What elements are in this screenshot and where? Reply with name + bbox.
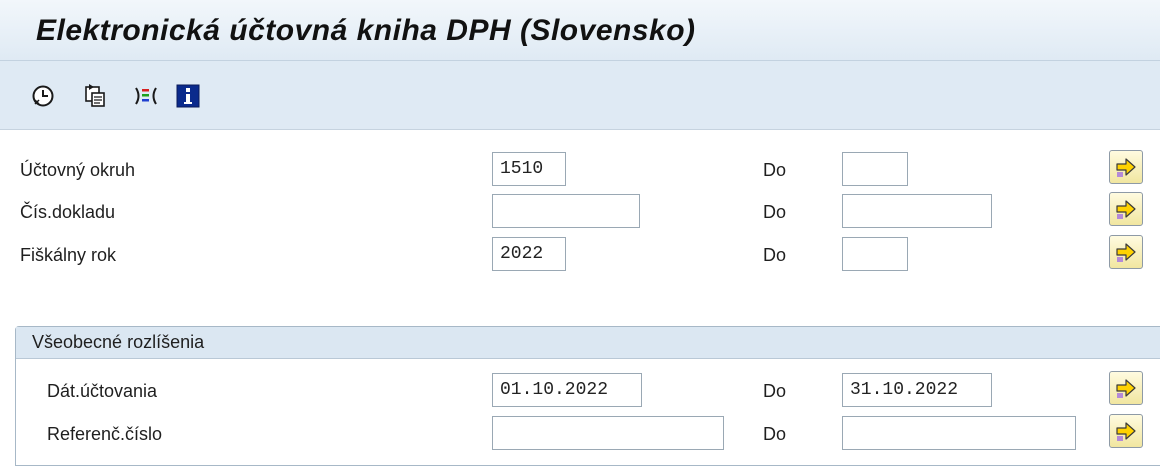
posting-date-multiple-selection-button[interactable]: [1109, 371, 1143, 405]
arrow-right-icon: [1116, 243, 1136, 262]
company-code-from-input[interactable]: [492, 152, 566, 186]
application-toolbar: [0, 61, 1160, 130]
fiscal-year-label: Fiškálny rok: [20, 245, 117, 265]
company-code-label: Účtovný okruh: [20, 160, 136, 180]
execute-button[interactable]: [30, 83, 56, 109]
reference-number-multiple-selection-button[interactable]: [1109, 414, 1143, 448]
fiscal-year-from-input[interactable]: [492, 237, 566, 271]
document-number-to-label: Do: [763, 202, 787, 222]
group-header: Všeobecné rozlíšenia: [16, 327, 1160, 359]
document-number-label: Čís.dokladu: [20, 202, 116, 222]
posting-date-to-input[interactable]: [842, 373, 992, 407]
fiscal-year-to-label: Do: [763, 245, 787, 265]
arrow-right-icon: [1116, 158, 1136, 177]
arrow-right-icon: [1116, 379, 1136, 398]
arrow-right-icon: [1116, 422, 1136, 441]
company-code-to-label: Do: [763, 160, 787, 180]
info-icon: [176, 84, 200, 108]
page-title: Elektronická účtovná kniha DPH (Slovensk…: [36, 14, 696, 47]
document-number-to-input[interactable]: [842, 194, 992, 228]
get-variant-button[interactable]: [82, 83, 108, 109]
fiscal-year-multiple-selection-button[interactable]: [1109, 235, 1143, 269]
selection-screen: Účtovný okruh Do Čís.dokladu Do Fiškálny…: [0, 130, 1160, 466]
posting-date-to-label: Do: [763, 381, 787, 401]
selection-options-button[interactable]: [133, 83, 159, 109]
reference-number-to-input[interactable]: [842, 416, 1076, 450]
posting-date-from-input[interactable]: [492, 373, 642, 407]
arrow-right-icon: [1116, 200, 1136, 219]
document-number-multiple-selection-button[interactable]: [1109, 192, 1143, 226]
reference-number-to-label: Do: [763, 424, 787, 444]
information-button[interactable]: [175, 83, 201, 109]
fiscal-year-to-input[interactable]: [842, 237, 908, 271]
company-code-multiple-selection-button[interactable]: [1109, 150, 1143, 184]
posting-date-label: Dát.účtovania: [47, 381, 158, 401]
document-number-from-input[interactable]: [492, 194, 640, 228]
reference-number-label: Referenč.číslo: [47, 424, 163, 444]
reference-number-from-input[interactable]: [492, 416, 724, 450]
clock-execute-icon: [32, 85, 54, 107]
group-title: Všeobecné rozlíšenia: [32, 332, 205, 352]
title-bar: Elektronická účtovná kniha DPH (Slovensk…: [0, 0, 1160, 61]
company-code-to-input[interactable]: [842, 152, 908, 186]
multi-selection-icon: [135, 87, 157, 105]
copy-variant-icon: [85, 84, 105, 107]
